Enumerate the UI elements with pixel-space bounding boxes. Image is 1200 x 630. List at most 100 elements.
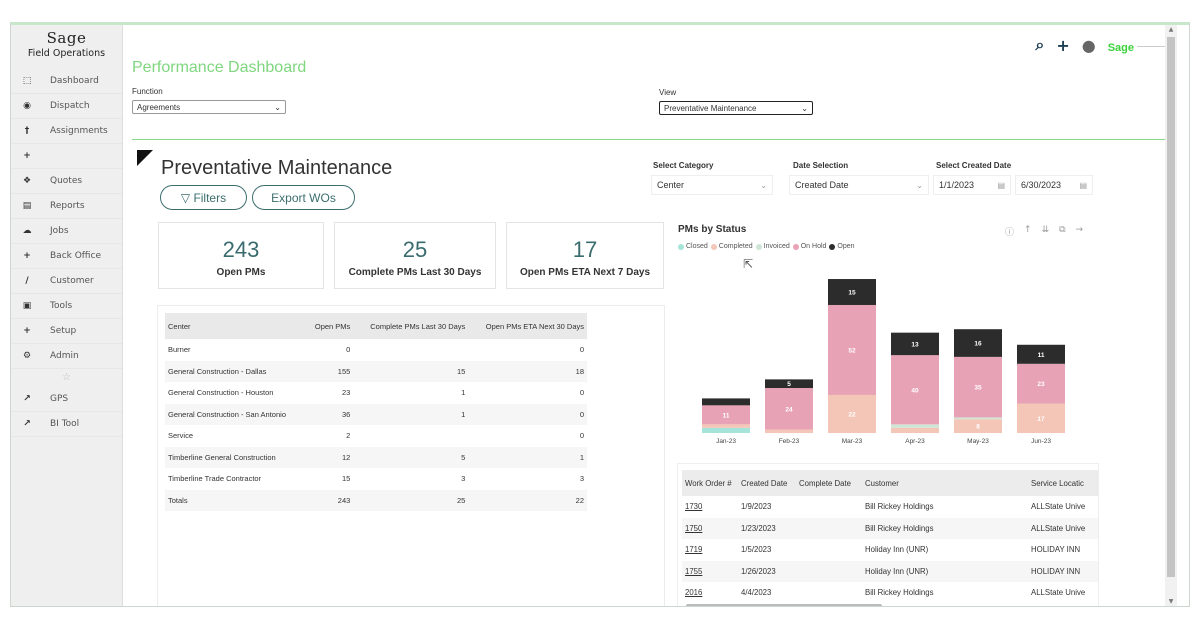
scroll-up-icon[interactable]: ▲ [1165, 26, 1177, 33]
sidebar-item-back-office[interactable]: + Back Office [11, 244, 122, 269]
table-cell: 1 [461, 388, 466, 398]
function-select[interactable]: Agreements ⌄ [132, 100, 286, 114]
table-cell: 0 [579, 345, 584, 355]
table-row: Timberline Trade Contractor 15 3 3 [165, 468, 587, 490]
external-link-icon: ↗ [23, 394, 31, 404]
legend-label: On Hold [800, 243, 827, 250]
bar-segment-completed[interactable] [891, 427, 939, 433]
sidebar-item-admin[interactable]: ⚙ Admin [11, 344, 122, 369]
sidebar-item-setup[interactable]: + Setup [11, 319, 122, 344]
filters-button[interactable]: ▽ Filters [160, 185, 247, 210]
sidebar-item-dispatch[interactable]: ◉ Dispatch [11, 94, 122, 119]
column-header[interactable]: Complete PMs Last 30 Days [353, 313, 469, 339]
legend-item[interactable]: On Hold [792, 243, 827, 250]
sidebar-link-bi-tool[interactable]: ↗ BI Tool [11, 412, 122, 437]
column-header[interactable]: Customer [862, 470, 1028, 496]
sidebar-item-label: Assignments [50, 126, 108, 136]
table-cell: ALLState Unive [1031, 588, 1086, 598]
table-cell: 2016 [682, 582, 738, 604]
sage-logo-text: Sage [1107, 41, 1134, 54]
date-selection-select[interactable]: Created Date ⌄ [789, 175, 929, 195]
calendar-icon[interactable]: ▤ [997, 181, 1005, 190]
x-tick-label: Mar-23 [842, 438, 863, 445]
bar-segment-closed[interactable] [702, 427, 750, 433]
bar-segment-open[interactable] [702, 398, 750, 406]
table-row: General Construction - Dallas 155 15 18 [165, 360, 587, 382]
legend-item[interactable]: Invoiced [755, 243, 790, 250]
sidebar-item-reports[interactable]: ▤ Reports [11, 194, 122, 219]
vertical-scrollbar[interactable]: ▲ ▼ [1165, 25, 1177, 606]
table-cell: General Construction - Houston [168, 388, 274, 398]
center-table: Center Open PMs Complete PMs Last 30 Days O… [157, 305, 665, 606]
work-order-link[interactable]: 1750 [685, 524, 702, 533]
user-icon[interactable]: ● [1082, 36, 1096, 55]
sidebar-item-dashboard[interactable]: ⬚ Dashboard [11, 69, 122, 94]
divider [132, 139, 1177, 140]
sort-up-icon[interactable]: ↑ [1024, 225, 1032, 238]
column-header[interactable]: Work Order # [682, 470, 738, 496]
sidebar-item-label: Back Office [50, 251, 101, 261]
work-order-link[interactable]: 1730 [685, 502, 702, 511]
sidebar-link-gps[interactable]: ↗ GPS [11, 387, 122, 412]
calendar-icon[interactable]: ▤ [1079, 181, 1087, 190]
work-order-link[interactable]: 1719 [685, 545, 702, 554]
mouse-cursor-icon: ⇱ [743, 257, 754, 271]
scrollbar-thumb[interactable] [1167, 37, 1175, 577]
bar-segment-invoiced[interactable] [954, 417, 1002, 420]
bar-segment-invoiced[interactable] [891, 424, 939, 428]
external-link-icon: ↗ [23, 419, 31, 429]
legend-label: Open [837, 243, 855, 250]
quote-icon: ❖ [22, 176, 32, 186]
category-select[interactable]: Center ⌄ [651, 175, 773, 195]
start-date-input[interactable]: 1/1/2023 ▤ [933, 175, 1011, 195]
created-date-label: Select Created Date [936, 161, 1012, 170]
table-cell: 15 [353, 360, 469, 382]
table-cell: ALLState Unive [1028, 517, 1098, 539]
view-select-value: Preventative Maintenance [664, 103, 757, 113]
work-order-link[interactable]: 1755 [685, 567, 702, 576]
column-header[interactable]: Center [165, 313, 307, 339]
view-select[interactable]: Preventative Maintenance ⌄ [659, 101, 813, 115]
sidebar-item-tools[interactable]: ▣ Tools [11, 294, 122, 319]
column-header[interactable]: Complete Date [796, 470, 862, 496]
focus-mode-icon[interactable]: ⧉ [1059, 225, 1065, 238]
export-wos-button[interactable]: Export WOs [252, 185, 355, 210]
sidebar-item-add[interactable]: + [11, 144, 122, 169]
sidebar-item-jobs[interactable]: ☁ Jobs [11, 219, 122, 244]
table-cell: HOLIDAY INN [1031, 545, 1081, 555]
function-label: Function [132, 87, 163, 96]
legend-item[interactable]: Completed [710, 243, 753, 250]
table-cell: HOLIDAY INN [1028, 560, 1098, 582]
column-header[interactable]: Service Locatic [1028, 470, 1098, 496]
date-selection-value: Created Date [795, 180, 849, 190]
column-header[interactable]: Created Date [738, 470, 796, 496]
sidebar-item-assignments[interactable]: † Assignments [11, 119, 122, 144]
table-row: 1755 1/26/2023 Holiday Inn (UNR) HOLIDAY IN… [682, 560, 1098, 582]
table-cell: 25 [353, 489, 469, 511]
search-icon[interactable]: ⌕ [1035, 35, 1044, 55]
add-icon[interactable]: + [1056, 36, 1069, 55]
table-cell: Bill Rickey Holdings [862, 517, 1028, 539]
legend-item[interactable]: Open [829, 243, 855, 250]
sidebar-item-customer[interactable]: ∕ Customer [11, 269, 122, 294]
bar-segment-completed[interactable] [765, 429, 813, 433]
table-row: Service 2 0 [165, 425, 587, 447]
table-cell: Timberline General Construction [165, 446, 307, 468]
column-header[interactable]: Open PMs ETA Next 30 Days [468, 313, 587, 339]
table-cell: Timberline Trade Contractor [168, 474, 262, 484]
bar-segment-completed[interactable] [702, 424, 750, 428]
more-options-icon[interactable]: → [1076, 225, 1084, 238]
favorite-star-icon[interactable]: ☆ [11, 369, 122, 387]
sidebar-item-quotes[interactable]: ❖ Quotes [11, 169, 122, 194]
sage-logo: Sage [1108, 36, 1167, 55]
sidebar-item-label: Quotes [50, 176, 83, 186]
info-icon[interactable]: ⓘ [1005, 225, 1014, 238]
drill-down-icon[interactable]: ⇊ [1042, 225, 1050, 238]
totals-row: Totals 243 25 22 [165, 489, 587, 511]
column-header[interactable]: Open PMs [306, 313, 354, 339]
horizontal-scrollbar[interactable] [686, 604, 882, 606]
end-date-input[interactable]: 6/30/2023 ▤ [1015, 175, 1093, 195]
legend-item[interactable]: Closed [678, 243, 708, 250]
scroll-down-icon[interactable]: ▼ [1165, 598, 1177, 605]
work-order-link[interactable]: 2016 [685, 588, 702, 597]
